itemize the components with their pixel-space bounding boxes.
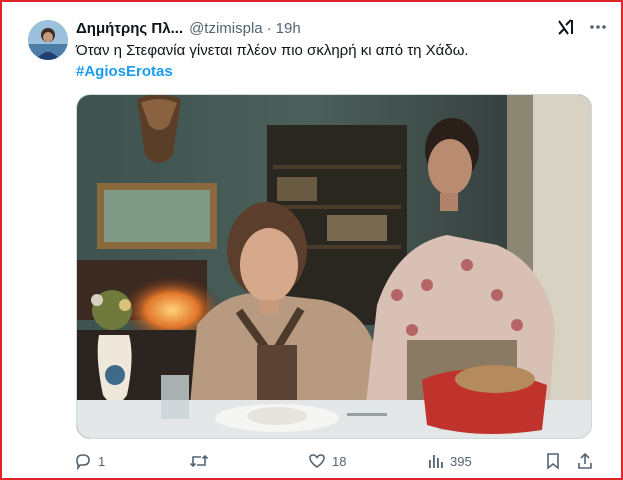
heart-icon: [308, 452, 326, 470]
tweet-text: Όταν η Στεφανία γίνεται πλέον πιο σκληρή…: [76, 42, 469, 59]
reply-count: 1: [98, 453, 106, 469]
author-name[interactable]: Δημήτρης Πλ...: [76, 20, 183, 37]
repost-button[interactable]: [189, 452, 215, 470]
photo-scene: [77, 95, 591, 438]
views-count: 395: [450, 453, 472, 469]
views-icon: [426, 452, 444, 470]
repost-icon: [189, 452, 209, 470]
tweet-photo[interactable]: [76, 94, 592, 439]
grok-icon[interactable]: [557, 18, 575, 41]
avatar[interactable]: [28, 20, 68, 60]
reply-button[interactable]: 1: [74, 452, 105, 470]
hashtag-link[interactable]: #AgiosErotas: [76, 62, 173, 82]
separator-dot: ·: [266, 19, 272, 37]
like-button[interactable]: 18: [308, 452, 346, 470]
bookmark-icon: [544, 452, 562, 470]
like-count: 18: [332, 453, 347, 469]
reply-icon: [74, 452, 92, 470]
share-icon: [576, 452, 594, 470]
bookmark-button[interactable]: [544, 452, 562, 470]
views-button[interactable]: 395: [426, 452, 472, 470]
tweet-frame: Δημήτρης Πλ... @tzimispla · 19h Όταν η Σ…: [0, 0, 623, 480]
tweet-header: Δημήτρης Πλ... @tzimispla · 19h: [76, 18, 301, 38]
more-icon[interactable]: [589, 18, 607, 41]
tweet-actions: 1 18 395: [74, 452, 594, 474]
share-button[interactable]: [576, 452, 594, 470]
tweet-tools: [557, 18, 607, 41]
timestamp[interactable]: 19h: [276, 20, 301, 37]
author-handle[interactable]: @tzimispla: [189, 20, 263, 37]
